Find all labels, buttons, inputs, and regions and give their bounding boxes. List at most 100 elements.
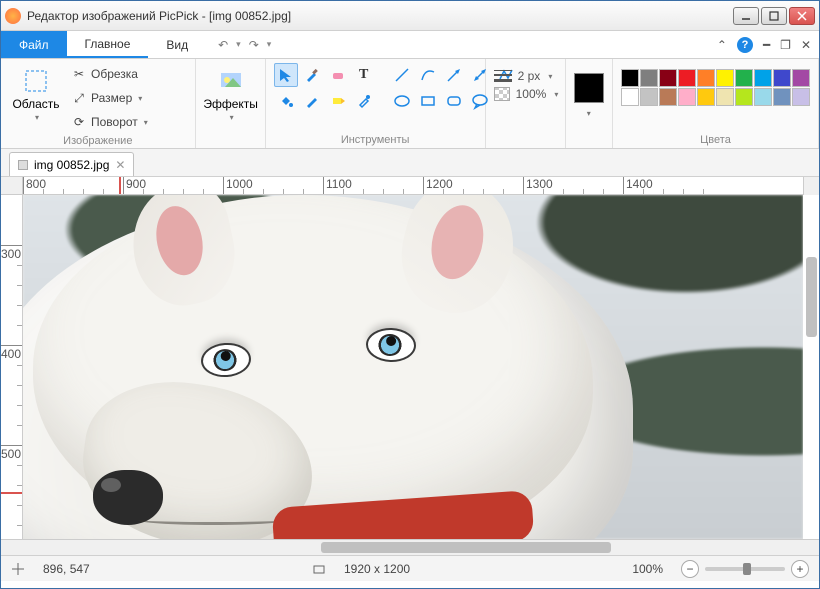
title-bar: Редактор изображений PicPick - [img 0085… bbox=[1, 1, 819, 31]
redo-button[interactable]: ↷ bbox=[249, 38, 259, 52]
collapse-ribbon-icon[interactable]: ⌃ bbox=[717, 38, 727, 52]
effects-button[interactable]: Эффекты ▾ bbox=[204, 63, 258, 122]
opacity-button[interactable]: 100%▾ bbox=[494, 87, 559, 101]
rect-shape[interactable] bbox=[416, 89, 440, 113]
resize-icon: ⤢ bbox=[71, 90, 87, 106]
eraser-tool[interactable] bbox=[326, 63, 350, 87]
ruler-horizontal[interactable]: 80090010001100120013001400 bbox=[23, 177, 803, 195]
mdi-close-button[interactable]: ✕ bbox=[801, 38, 811, 52]
color-swatch[interactable] bbox=[792, 88, 810, 106]
ribbon: Область ▾ ✂Обрезка ⤢Размер▾ ⟳Поворот▾ Из… bbox=[1, 59, 819, 149]
crop-button[interactable]: ✂Обрезка bbox=[69, 63, 150, 85]
arrow-shape[interactable] bbox=[442, 63, 466, 87]
mdi-minimize-button[interactable]: ━ bbox=[763, 38, 770, 52]
ruler-corner bbox=[1, 177, 23, 195]
tab-file[interactable]: Файл bbox=[1, 31, 67, 58]
rotate-button[interactable]: ⟳Поворот▾ bbox=[69, 111, 150, 133]
redo-dropdown[interactable]: ▾ bbox=[267, 39, 272, 50]
window-title: Редактор изображений PicPick - [img 0085… bbox=[27, 9, 733, 23]
crop-icon: ✂ bbox=[71, 66, 87, 82]
zoom-slider-knob[interactable] bbox=[743, 563, 751, 575]
canvas[interactable] bbox=[23, 195, 803, 539]
highlighter-tool[interactable] bbox=[326, 89, 350, 113]
cursor-coords: 896, 547 bbox=[43, 562, 90, 576]
cursor-pos-icon bbox=[11, 562, 25, 576]
pointer-tool[interactable] bbox=[274, 63, 298, 87]
foreground-color-dropdown[interactable]: ▾ bbox=[587, 109, 591, 118]
minimize-button[interactable] bbox=[733, 7, 759, 25]
color-swatch[interactable] bbox=[659, 69, 677, 87]
status-bar: 896, 547 1920 x 1200 100% − + bbox=[1, 555, 819, 581]
fill-tool[interactable] bbox=[274, 89, 298, 113]
color-swatch[interactable] bbox=[716, 88, 734, 106]
mdi-restore-button[interactable]: ❐ bbox=[780, 38, 791, 52]
tool-palette: T bbox=[274, 63, 376, 113]
color-swatch[interactable] bbox=[678, 69, 696, 87]
color-swatch[interactable] bbox=[697, 88, 715, 106]
color-swatch[interactable] bbox=[659, 88, 677, 106]
app-icon bbox=[5, 8, 21, 24]
maximize-button[interactable] bbox=[761, 7, 787, 25]
canvas-dimensions: 1920 x 1200 bbox=[344, 562, 410, 576]
close-button[interactable] bbox=[789, 7, 815, 25]
select-label: Область bbox=[12, 97, 59, 111]
color-swatch[interactable] bbox=[754, 88, 772, 106]
text-tool[interactable]: T bbox=[352, 63, 376, 87]
foreground-color-swatch[interactable] bbox=[574, 73, 604, 103]
color-swatch[interactable] bbox=[792, 69, 810, 87]
dimensions-icon bbox=[312, 562, 326, 576]
undo-dropdown[interactable]: ▾ bbox=[236, 39, 241, 50]
color-swatch[interactable] bbox=[678, 88, 696, 106]
line-shape[interactable] bbox=[390, 63, 414, 87]
vertical-scroll-thumb[interactable] bbox=[806, 257, 817, 337]
ruler-vertical[interactable]: 300400500 bbox=[1, 195, 23, 539]
color-swatch[interactable] bbox=[640, 88, 658, 106]
zoom-slider[interactable] bbox=[705, 567, 785, 571]
workspace: 80090010001100120013001400 300400500 bbox=[1, 177, 819, 555]
ellipse-shape[interactable] bbox=[390, 89, 414, 113]
color-swatch[interactable] bbox=[640, 69, 658, 87]
color-swatch[interactable] bbox=[697, 69, 715, 87]
rotate-icon: ⟳ bbox=[71, 114, 87, 130]
document-tab-close[interactable]: ✕ bbox=[115, 158, 125, 172]
color-swatch[interactable] bbox=[773, 69, 791, 87]
document-tab-label: img 00852.jpg bbox=[34, 158, 109, 172]
color-swatch[interactable] bbox=[716, 69, 734, 87]
select-area-button[interactable]: Область ▾ bbox=[9, 63, 63, 122]
opacity-icon bbox=[494, 87, 510, 101]
group-image-label: Изображение bbox=[9, 133, 187, 149]
color-swatch[interactable] bbox=[621, 69, 639, 87]
tab-home[interactable]: Главное bbox=[67, 31, 149, 58]
eyedropper-tool[interactable] bbox=[352, 89, 376, 113]
color-swatch[interactable] bbox=[754, 69, 772, 87]
color-palette bbox=[621, 63, 810, 106]
effects-label: Эффекты bbox=[203, 97, 258, 111]
group-tools-label: Инструменты bbox=[274, 132, 477, 148]
color-swatch[interactable] bbox=[621, 88, 639, 106]
help-icon[interactable]: ? bbox=[737, 37, 753, 53]
vertical-scrollbar[interactable] bbox=[803, 177, 819, 195]
resize-button[interactable]: ⤢Размер▾ bbox=[69, 87, 150, 109]
ribbon-tab-row: Файл Главное Вид ↶ ▾ ↷ ▾ ⌃ ? ━ ❐ ✕ bbox=[1, 31, 819, 59]
color-swatch[interactable] bbox=[735, 69, 753, 87]
zoom-value: 100% bbox=[632, 562, 663, 576]
group-colors-label: Цвета bbox=[621, 132, 810, 148]
color-swatch[interactable] bbox=[773, 88, 791, 106]
horizontal-scroll-thumb[interactable] bbox=[321, 542, 611, 553]
zoom-in-button[interactable]: + bbox=[791, 560, 809, 578]
stroke-width-button[interactable]: 2 px▾ bbox=[494, 69, 559, 83]
stroke-lines-icon bbox=[494, 69, 512, 83]
tab-view[interactable]: Вид bbox=[148, 31, 206, 58]
canvas-image bbox=[23, 195, 803, 539]
roundrect-shape[interactable] bbox=[442, 89, 466, 113]
pencil-tool[interactable] bbox=[300, 89, 324, 113]
zoom-out-button[interactable]: − bbox=[681, 560, 699, 578]
document-tab-strip: img 00852.jpg ✕ bbox=[1, 149, 819, 177]
undo-button[interactable]: ↶ bbox=[218, 38, 228, 52]
brush-tool[interactable] bbox=[300, 63, 324, 87]
curve-shape[interactable] bbox=[416, 63, 440, 87]
color-swatch[interactable] bbox=[735, 88, 753, 106]
doc-thumb-icon bbox=[18, 160, 28, 170]
document-tab[interactable]: img 00852.jpg ✕ bbox=[9, 152, 134, 176]
horizontal-scrollbar[interactable] bbox=[1, 539, 819, 555]
